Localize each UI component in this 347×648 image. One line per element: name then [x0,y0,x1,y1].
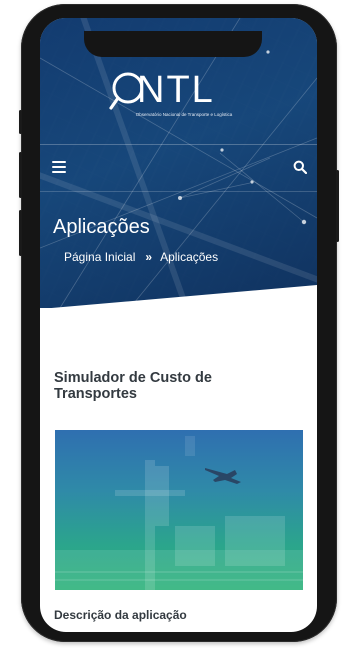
application-description-heading: Descrição da aplicação [54,608,187,622]
phone-mute-switch [19,110,22,134]
page-header-hero: NTL Observatório Nacional de Transporte … [40,18,317,308]
mobile-nav-bar [40,144,317,192]
ontl-logo[interactable]: NTL Observatório Nacional de Transporte … [109,68,259,117]
page-title: Aplicações [53,216,150,238]
breadcrumb: Página Inicial » Aplicações [64,250,218,264]
breadcrumb-home-link[interactable]: Página Inicial [64,250,135,264]
hamburger-menu-icon[interactable] [52,161,66,173]
application-image[interactable] [55,430,303,590]
phone-notch [84,31,262,57]
phone-volume-down-button [19,210,22,256]
transport-scene-illustration [55,436,303,590]
breadcrumb-current: Aplicações [160,250,219,264]
phone-volume-up-button [19,152,22,198]
hero-bottom-slant [51,285,317,308]
phone-screen: NTL Observatório Nacional de Transporte … [40,18,317,632]
phone-power-button [336,170,339,242]
breadcrumb-separator: » [145,250,153,264]
logo-text: NTL [137,69,215,111]
logo-subtitle: Observatório Nacional de Transporte e Lo… [135,112,233,117]
search-icon[interactable] [293,160,307,174]
section-title: Simulador de Custo de Transportes [54,370,212,402]
